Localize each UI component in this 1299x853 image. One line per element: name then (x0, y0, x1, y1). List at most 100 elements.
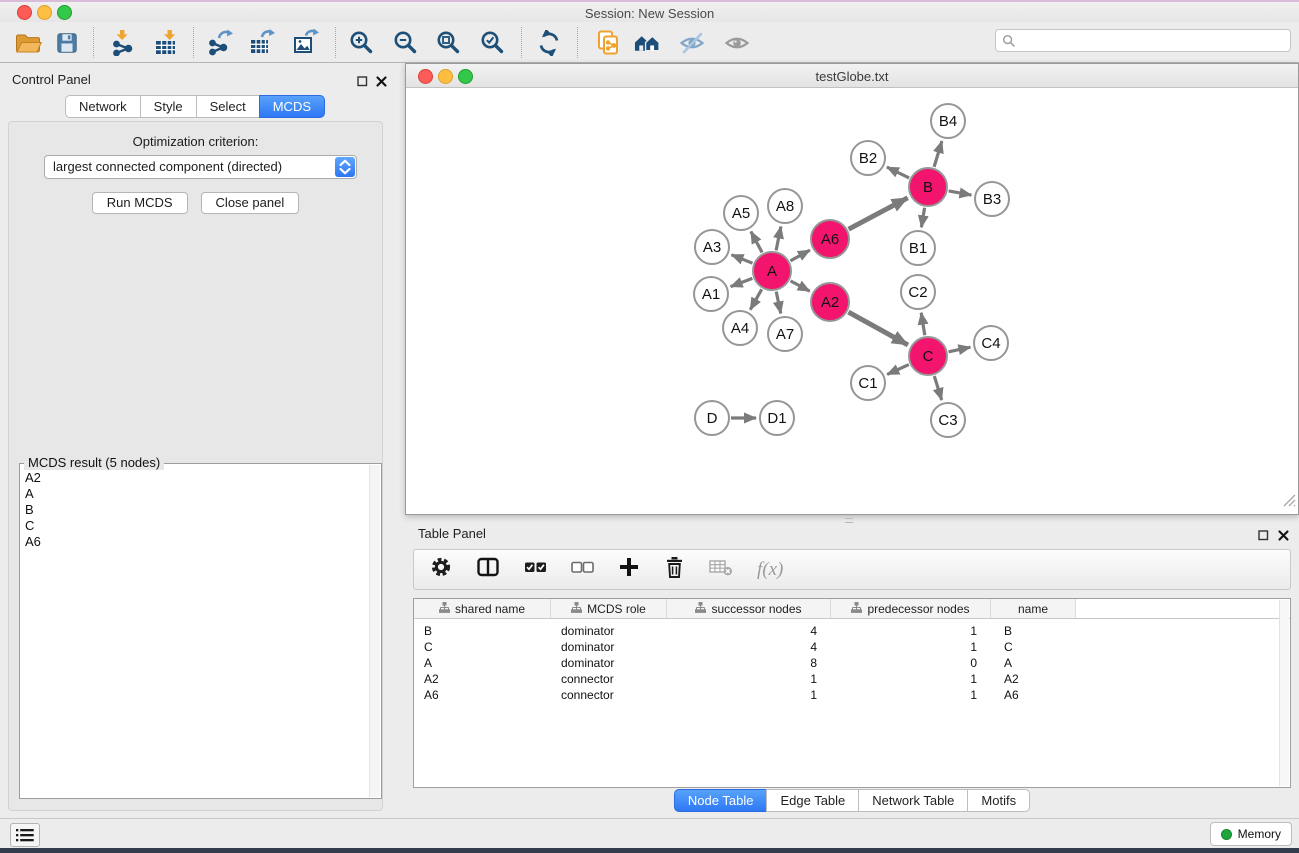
column-header-successor-nodes[interactable]: successor nodes (667, 599, 831, 618)
graph-node-A5[interactable]: A5 (724, 196, 758, 230)
close-panel-button[interactable]: Close panel (201, 192, 300, 214)
zoom-out-icon[interactable] (392, 29, 419, 56)
export-table-icon[interactable] (248, 29, 275, 56)
deselect-all-icon[interactable] (571, 556, 594, 583)
graph-node-A3[interactable]: A3 (695, 230, 729, 264)
result-item[interactable]: A2 (20, 470, 381, 486)
delete-column-icon[interactable] (664, 556, 685, 584)
tab-select[interactable]: Select (196, 95, 260, 118)
graph-edge-C-C1[interactable] (887, 365, 909, 375)
tab-edge-table[interactable]: Edge Table (766, 789, 859, 812)
graph-edge-A-A8[interactable] (776, 227, 781, 251)
result-item[interactable]: C (20, 518, 381, 534)
result-scrollbar[interactable] (369, 465, 380, 797)
float-panel-icon[interactable] (357, 74, 368, 92)
graph-edge-A6-B[interactable] (849, 198, 908, 229)
graph-edge-A-A2[interactable] (791, 281, 810, 291)
float-table-panel-icon[interactable] (1258, 528, 1269, 546)
delete-table-icon[interactable] (709, 557, 733, 582)
gear-icon[interactable] (430, 556, 452, 583)
column-header-predecessor-nodes[interactable]: predecessor nodes (831, 599, 991, 618)
graph-edge-C-C2[interactable] (921, 313, 925, 336)
show-columns-icon[interactable] (476, 556, 500, 583)
column-header-MCDS-role[interactable]: MCDS role (551, 599, 667, 618)
table-row[interactable]: A6connector11A6 (414, 687, 1290, 703)
zoom-selected-icon[interactable] (479, 29, 506, 56)
optimization-criterion-select[interactable]: largest connected component (directed) (44, 155, 357, 179)
search-input[interactable] (995, 29, 1291, 52)
close-panel-icon[interactable] (376, 74, 387, 92)
zoom-fit-icon[interactable] (435, 29, 462, 56)
column-header-name[interactable]: name (991, 599, 1076, 618)
table-scrollbar[interactable] (1279, 600, 1289, 786)
run-mcds-button[interactable]: Run MCDS (92, 192, 188, 214)
tab-style[interactable]: Style (140, 95, 197, 118)
graph-edge-B-B4[interactable] (934, 141, 942, 167)
graph-node-C1[interactable]: C1 (851, 366, 885, 400)
graph-node-A7[interactable]: A7 (768, 317, 802, 351)
graph-edge-B-B2[interactable] (887, 167, 909, 178)
graph-node-B4[interactable]: B4 (931, 104, 965, 138)
graph-node-A2[interactable]: A2 (811, 283, 849, 321)
graph-node-A4[interactable]: A4 (723, 311, 757, 345)
graph-edge-C-C4[interactable] (949, 347, 971, 352)
close-table-panel-icon[interactable] (1278, 528, 1289, 546)
save-session-icon[interactable] (53, 29, 80, 56)
function-builder-icon[interactable]: f(x) (757, 559, 783, 581)
graph-node-A8[interactable]: A8 (768, 189, 802, 223)
graph-node-A6[interactable]: A6 (811, 220, 849, 258)
graph-edge-A-A7[interactable] (776, 292, 781, 314)
table-row[interactable]: Bdominator41B (414, 623, 1290, 639)
tab-network-table[interactable]: Network Table (858, 789, 968, 812)
graph-node-A1[interactable]: A1 (694, 277, 728, 311)
graph-node-C[interactable]: C (909, 337, 947, 375)
first-neighbors-icon[interactable] (634, 29, 661, 56)
graph-edge-B-B1[interactable] (921, 208, 924, 228)
export-image-icon[interactable] (292, 29, 319, 56)
import-network-icon[interactable] (109, 29, 136, 56)
graph-edge-A-A3[interactable] (732, 255, 753, 263)
table-row[interactable]: Cdominator41C (414, 639, 1290, 655)
hide-selected-icon[interactable] (678, 29, 705, 56)
resize-grip-icon[interactable] (1283, 494, 1296, 512)
network-graph[interactable]: B4 B2 B B3 A8 A5 A6 A3 B1 A C2 A1 A2 A4 A7 C4 C C1 D D1 C3 (406, 88, 1298, 514)
result-item[interactable]: A6 (20, 534, 381, 550)
graph-edge-A-A6[interactable] (790, 250, 810, 261)
result-item[interactable]: B (20, 502, 381, 518)
split-divider-handle[interactable] (845, 518, 853, 523)
import-table-icon[interactable] (153, 29, 180, 56)
result-item[interactable]: A (20, 486, 381, 502)
tab-mcds[interactable]: MCDS (259, 95, 325, 118)
graph-node-C2[interactable]: C2 (901, 275, 935, 309)
tab-node-table[interactable]: Node Table (674, 789, 768, 812)
graph-node-B[interactable]: B (909, 168, 947, 206)
tab-motifs[interactable]: Motifs (967, 789, 1030, 812)
table-row[interactable]: A2connector11A2 (414, 671, 1290, 687)
memory-button[interactable]: Memory (1210, 822, 1292, 846)
table-row[interactable]: Adominator80A (414, 655, 1290, 671)
new-network-from-selection-icon[interactable] (594, 29, 621, 56)
show-all-icon[interactable] (723, 29, 750, 56)
graph-edge-A-A4[interactable] (750, 289, 761, 309)
graph-node-B3[interactable]: B3 (975, 182, 1009, 216)
graph-edge-A2-C[interactable] (848, 312, 908, 345)
graph-edge-B-B3[interactable] (949, 191, 972, 195)
graph-edge-A-A1[interactable] (731, 278, 753, 286)
graph-node-B1[interactable]: B1 (901, 231, 935, 265)
graph-node-D1[interactable]: D1 (760, 401, 794, 435)
add-column-icon[interactable] (618, 556, 640, 583)
graph-node-C3[interactable]: C3 (931, 403, 965, 437)
graph-edge-A-A5[interactable] (751, 232, 762, 253)
graph-node-A[interactable]: A (753, 252, 791, 290)
graph-node-B2[interactable]: B2 (851, 141, 885, 175)
graph-node-C4[interactable]: C4 (974, 326, 1008, 360)
graph-edge-C-C3[interactable] (934, 376, 941, 400)
select-all-icon[interactable] (524, 556, 547, 583)
refresh-view-icon[interactable] (535, 29, 562, 56)
export-network-icon[interactable] (206, 29, 233, 56)
task-history-button[interactable] (10, 823, 40, 847)
column-header-shared-name[interactable]: shared name (414, 599, 551, 618)
graph-node-D[interactable]: D (695, 401, 729, 435)
open-session-icon[interactable] (15, 29, 42, 56)
zoom-in-icon[interactable] (348, 29, 375, 56)
